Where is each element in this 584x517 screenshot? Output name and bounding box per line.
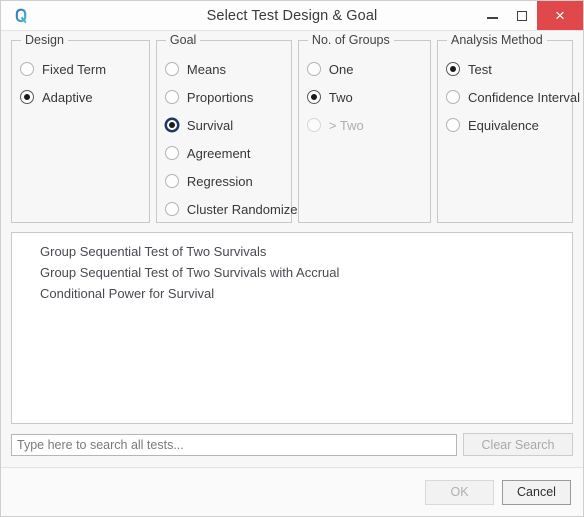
radio-groups-two[interactable]: Two	[306, 83, 422, 111]
radio-indicator	[306, 62, 321, 76]
list-item[interactable]: Group Sequential Test of Two Survivals	[12, 241, 572, 262]
radio-analysis-equivalence[interactable]: Equivalence	[446, 111, 564, 139]
groupbox-design: Design Fixed Term Adaptive	[11, 33, 150, 223]
clear-search-button[interactable]: Clear Search	[463, 433, 573, 456]
radio-label: Test	[468, 61, 492, 77]
radio-label: Cluster Randomized	[186, 201, 305, 217]
close-button[interactable]: ×	[537, 1, 583, 30]
groupbox-no-of-groups: No. of Groups One Two > Two	[297, 33, 431, 223]
radio-label: Confidence Interval	[468, 89, 581, 105]
radio-label: Regression	[186, 173, 253, 189]
radio-analysis-confidence-interval[interactable]: Confidence Interval	[446, 83, 580, 111]
search-input[interactable]	[11, 433, 457, 456]
q-logo-icon	[7, 2, 35, 30]
radio-indicator	[446, 118, 460, 132]
radio-goal-regression[interactable]: Regression	[164, 167, 283, 195]
groupbox-analysis-method: Analysis Method Test Confidence Interval…	[437, 33, 580, 223]
radio-indicator	[20, 90, 34, 104]
radio-goal-proportions[interactable]: Proportions	[164, 83, 283, 111]
groupbox-analysis-method-title: Analysis Method	[447, 33, 547, 47]
radio-label: Means	[186, 61, 226, 77]
radio-label: > Two	[328, 117, 364, 133]
radio-label: Fixed Term	[42, 61, 107, 77]
close-icon: ×	[555, 6, 565, 25]
radio-indicator	[164, 202, 179, 216]
radio-indicator	[446, 62, 460, 76]
radio-design-adaptive[interactable]: Adaptive	[20, 83, 141, 111]
dialog-footer: OK Cancel	[1, 467, 583, 516]
radio-goal-means[interactable]: Means	[164, 55, 283, 83]
radio-indicator	[164, 174, 179, 188]
radio-indicator	[164, 62, 179, 76]
groupbox-no-of-groups-title: No. of Groups	[307, 33, 394, 47]
radio-label: Proportions	[186, 89, 254, 105]
groupbox-goal-title: Goal	[165, 33, 201, 47]
radio-indicator	[306, 118, 321, 132]
ok-button[interactable]: OK	[425, 479, 494, 505]
radio-indicator	[446, 90, 460, 104]
radio-indicator	[20, 62, 34, 76]
radio-goal-survival[interactable]: Survival	[164, 111, 283, 139]
title-bar: Select Test Design & Goal ×	[1, 1, 583, 31]
test-results-listbox[interactable]: Group Sequential Test of Two Survivals G…	[11, 232, 573, 424]
radio-indicator	[164, 118, 179, 132]
maximize-button[interactable]	[507, 1, 537, 30]
dialog-body: Design Fixed Term Adaptive Goal Means Pr…	[1, 31, 583, 516]
radio-indicator	[306, 90, 321, 104]
dialog-window: Select Test Design & Goal × Design Fixed…	[0, 0, 584, 517]
minimize-icon	[486, 16, 498, 19]
radio-label: Agreement	[186, 145, 251, 161]
groupbox-design-title: Design	[21, 33, 68, 47]
radio-label: One	[328, 61, 354, 77]
list-item[interactable]: Group Sequential Test of Two Survivals w…	[12, 262, 572, 283]
radio-analysis-test[interactable]: Test	[446, 55, 564, 83]
radio-label: Two	[328, 89, 353, 105]
list-item[interactable]: Conditional Power for Survival	[12, 283, 572, 304]
radio-groups-one[interactable]: One	[306, 55, 422, 83]
radio-groups-more-than-two: > Two	[306, 111, 422, 139]
maximize-icon	[517, 10, 527, 21]
radio-indicator	[164, 90, 179, 104]
options-groups-row: Design Fixed Term Adaptive Goal Means Pr…	[1, 31, 583, 223]
minimize-button[interactable]	[477, 1, 507, 30]
groupbox-goal: Goal Means Proportions Survival Agreemen…	[155, 33, 305, 223]
radio-goal-cluster-randomized[interactable]: Cluster Randomized	[164, 195, 305, 223]
search-row: Clear Search	[11, 433, 573, 456]
radio-label: Equivalence	[468, 117, 539, 133]
cancel-button[interactable]: Cancel	[502, 479, 571, 505]
radio-design-fixed-term[interactable]: Fixed Term	[20, 55, 141, 83]
radio-goal-agreement[interactable]: Agreement	[164, 139, 283, 167]
radio-indicator	[164, 146, 179, 160]
radio-label: Survival	[186, 117, 234, 133]
window-controls: ×	[477, 1, 583, 30]
radio-label: Adaptive	[42, 89, 93, 105]
